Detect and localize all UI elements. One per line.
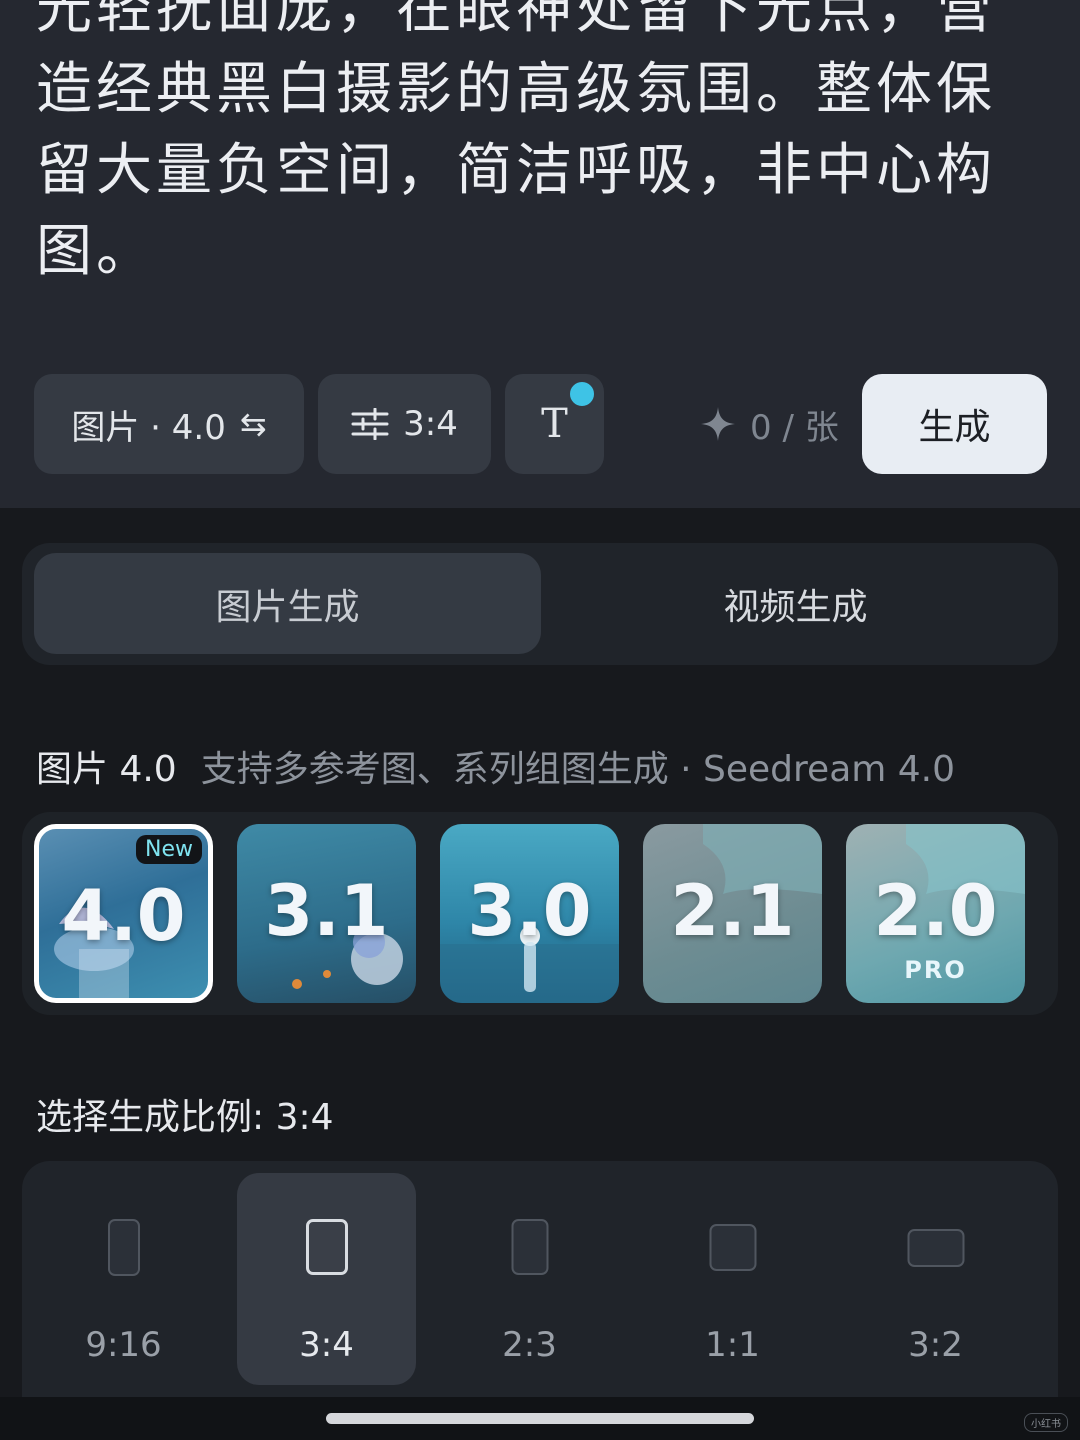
mode-segmented-control: 图片生成 视频生成 [22, 543, 1058, 665]
model-card-3-1[interactable]: 3.1 [237, 824, 416, 1003]
model-card-2-1[interactable]: 2.1 [643, 824, 822, 1003]
landscape-3-2-icon [907, 1229, 964, 1267]
ratio-option-9-16[interactable]: 9:16 [34, 1173, 213, 1385]
swap-icon: ⇆ [239, 405, 267, 443]
model-version: 3.1 [264, 870, 389, 952]
watermark: 小红书 [1024, 1413, 1068, 1432]
text-style-chip[interactable]: T [505, 374, 604, 474]
ratio-label: 1:1 [705, 1325, 760, 1365]
prompt-text[interactable]: 光轻抚面庞，在眼神处留下光点，营 造经典黑白摄影的高级氛围。整体保 留大量负空间… [36, 0, 1046, 292]
new-badge: New [136, 835, 202, 864]
portrait-9-16-icon [107, 1219, 140, 1276]
prompt-toolbar: 图片 · 4.0 ⇆ 3:4 T 0 / 张 生成 [0, 374, 1080, 474]
credits-indicator: 0 / 张 [700, 374, 839, 474]
ratio-option-3-4[interactable]: 3:4 [237, 1173, 416, 1385]
ratio-label: 2:3 [502, 1325, 557, 1365]
ratio-option-2-3[interactable]: 2:3 [440, 1173, 619, 1385]
model-picker: 4.0 New 3.1 3.0 2.1 2.0 PRO [22, 812, 1058, 1015]
ratio-chip-label: 3:4 [403, 404, 458, 444]
model-description: 支持多参考图、系列组图生成 · Seedream 4.0 [200, 749, 956, 790]
prompt-panel: 光轻抚面庞，在眼神处留下光点，营 造经典黑白摄影的高级氛围。整体保 留大量负空间… [0, 0, 1080, 508]
model-select-label: 图片 · 4.0 [71, 407, 226, 448]
model-version: 4.0 [61, 875, 186, 957]
generate-button[interactable]: 生成 [862, 374, 1047, 474]
home-indicator[interactable] [326, 1413, 754, 1424]
model-card-2-0-pro[interactable]: 2.0 PRO [846, 824, 1025, 1003]
notification-dot [568, 380, 596, 408]
ratio-label: 9:16 [85, 1325, 162, 1365]
text-style-icon: T [541, 401, 568, 447]
credits-text: 0 / 张 [750, 407, 839, 448]
ratio-option-3-2[interactable]: 3:2 [846, 1173, 1025, 1385]
model-card-4-0[interactable]: 4.0 New [34, 824, 213, 1003]
square-1-1-icon [709, 1224, 756, 1271]
ratio-heading: 选择生成比例: 3:4 [36, 1097, 334, 1138]
sparkle-icon [700, 406, 736, 442]
model-heading: 图片 4.0 支持多参考图、系列组图生成 · Seedream 4.0 [36, 740, 955, 792]
ratio-picker: 9:16 3:4 2:3 1:1 3:2 [22, 1161, 1058, 1397]
ratio-label: 3:4 [299, 1325, 354, 1365]
model-name: 图片 4.0 [36, 749, 177, 790]
portrait-3-4-icon [305, 1219, 348, 1275]
model-select-chip[interactable]: 图片 · 4.0 ⇆ [34, 374, 304, 474]
model-version: 3.0 [467, 870, 592, 952]
portrait-2-3-icon [511, 1219, 548, 1275]
model-sub-label: PRO [904, 956, 967, 984]
sliders-icon [351, 408, 389, 440]
ratio-label: 3:2 [908, 1325, 963, 1365]
model-version: 2.0 [873, 870, 998, 952]
ratio-settings-chip[interactable]: 3:4 [318, 374, 491, 474]
model-version: 2.1 [670, 870, 795, 952]
ratio-option-1-1[interactable]: 1:1 [643, 1173, 822, 1385]
tab-video-generation[interactable]: 视频生成 [542, 553, 1049, 654]
tab-image-generation[interactable]: 图片生成 [34, 553, 541, 654]
model-card-3-0[interactable]: 3.0 [440, 824, 619, 1003]
